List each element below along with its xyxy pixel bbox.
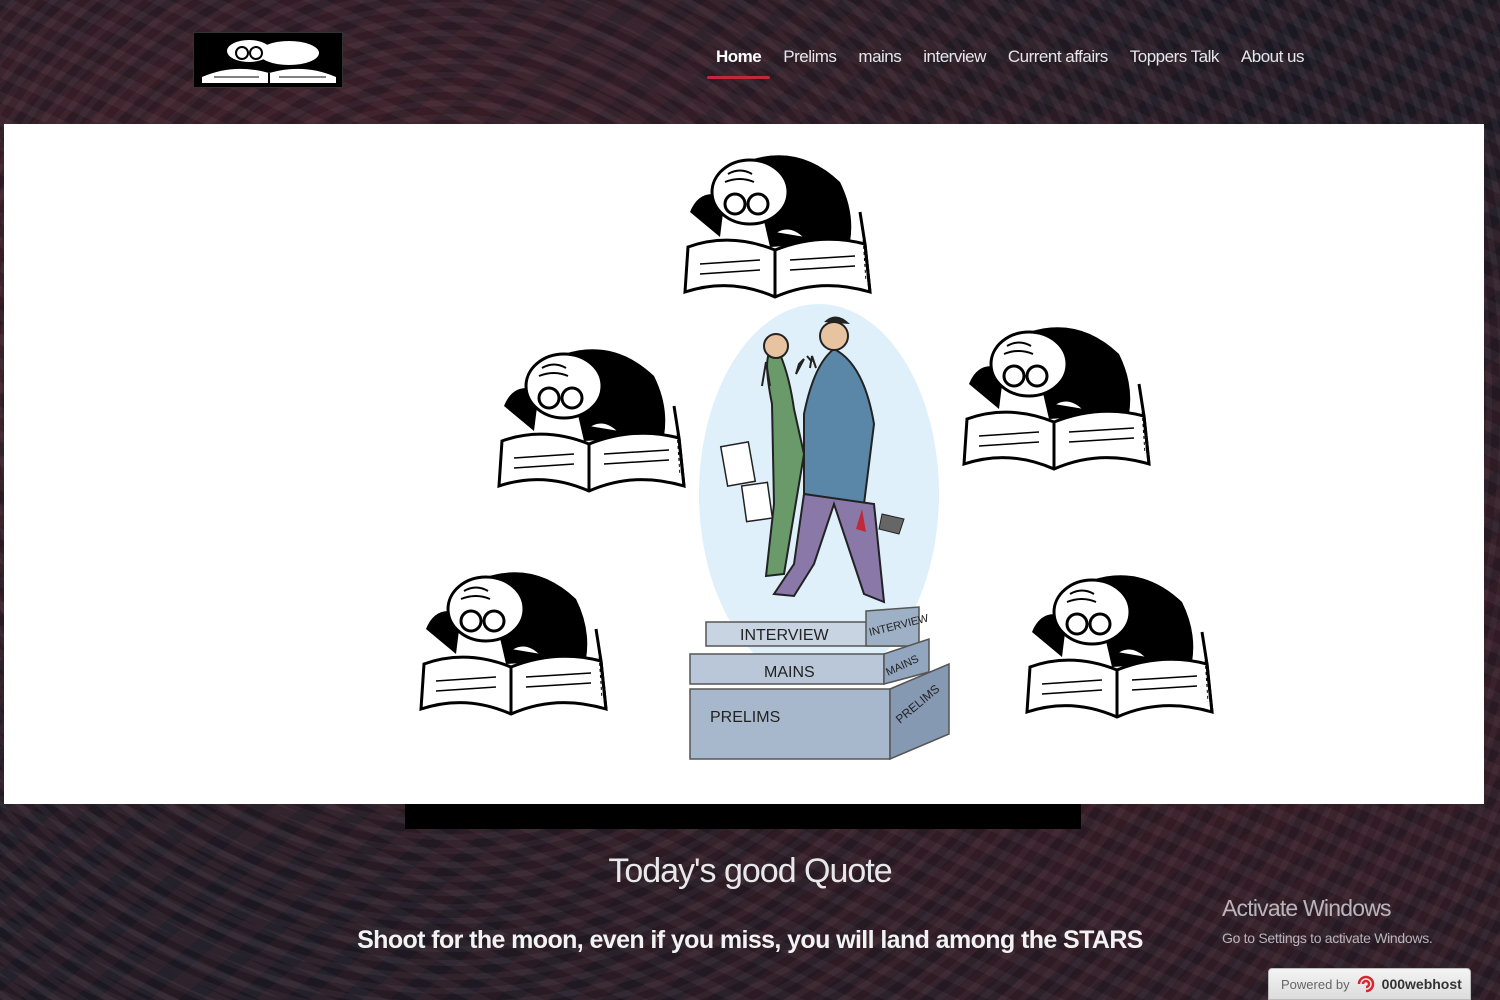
nav-about-us[interactable]: About us [1230,45,1315,81]
nav-mains[interactable]: mains [847,45,912,81]
reader-cartoon-top [683,153,872,299]
nav-home[interactable]: Home [705,45,772,81]
nav-interview[interactable]: interview [912,45,997,81]
reader-cartoon-left [497,347,686,493]
windows-activation-watermark: Activate Windows Go to Settings to activ… [1222,895,1433,946]
activation-subtitle: Go to Settings to activate Windows. [1222,930,1433,946]
powered-by-label: Powered by [1281,976,1350,992]
step-label-mains: MAINS [764,664,815,681]
nav-prelims[interactable]: Prelims [772,45,847,81]
main-nav: Home Prelims mains interview Current aff… [705,45,1315,81]
reader-cartoon-bottom-left [419,570,608,716]
hero-illustration: INTERVIEW MAINS PRELIMS INTERVIEW MAINS … [419,153,1214,761]
reader-cartoon-bottom-right [1025,573,1214,719]
site-logo[interactable] [193,32,343,88]
hero-banner: INTERVIEW MAINS PRELIMS INTERVIEW MAINS … [4,124,1484,804]
activation-title: Activate Windows [1222,895,1392,921]
powered-by-badge[interactable]: Powered by 000webhost [1268,968,1471,1000]
toppers-podium-illustration: INTERVIEW MAINS PRELIMS INTERVIEW MAINS … [689,304,950,761]
reader-logo-icon [194,33,342,87]
site-header: Home Prelims mains interview Current aff… [0,0,1500,122]
reader-cartoon-right [962,325,1151,471]
nav-toppers-talk[interactable]: Toppers Talk [1119,45,1230,81]
nav-current-affairs[interactable]: Current affairs [997,45,1119,81]
step-label-prelims: PRELIMS [710,709,780,726]
hero-shadow [405,804,1081,829]
webhost-logo-icon [1357,975,1374,993]
step-label-interview: INTERVIEW [740,627,830,644]
powered-by-brand: 000webhost [1381,976,1462,992]
quote-title: Today's good Quote [608,852,892,890]
